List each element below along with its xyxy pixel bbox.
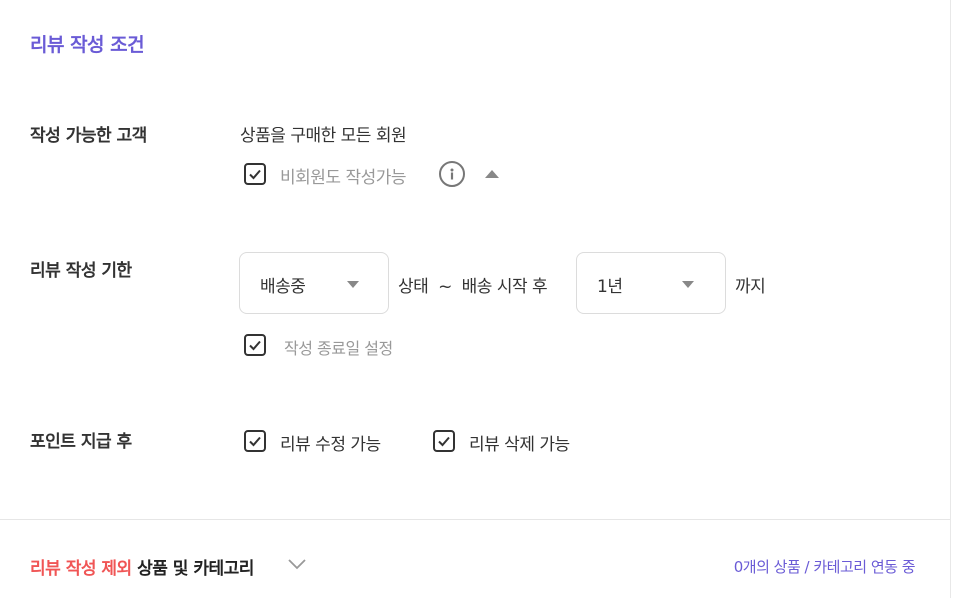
deadline-label: 리뷰 작성 기한: [30, 261, 132, 281]
right-border: [950, 0, 951, 598]
period-select[interactable]: 1년: [576, 252, 726, 314]
deadline-suffix: 까지: [735, 277, 766, 297]
exclusion-title-rest: 상품 및 카테고리: [131, 559, 254, 579]
edit-review-checkbox-label[interactable]: 리뷰 수정 가능: [280, 430, 381, 455]
status-select-value: 배송중: [260, 277, 306, 297]
period-select-value: 1년: [597, 277, 623, 297]
exclusion-title-highlight: 리뷰 작성 제외: [30, 559, 132, 579]
eligible-label: 작성 가능한 고객: [30, 126, 147, 146]
end-date-checkbox-label[interactable]: 작성 종료일 설정: [284, 335, 393, 359]
end-date-checkbox[interactable]: [244, 334, 266, 356]
section-title: 리뷰 작성 조건: [30, 34, 145, 56]
dropdown-arrow-icon: [682, 281, 694, 288]
eligible-description: 상품을 구매한 모든 회원: [240, 126, 407, 146]
exclusion-title[interactable]: 리뷰 작성 제외 상품 및 카테고리: [30, 554, 254, 579]
check-icon: [249, 436, 261, 447]
guest-checkbox-label[interactable]: 비회원도 작성가능: [280, 163, 407, 188]
collapse-caret-icon[interactable]: [485, 170, 499, 178]
check-icon: [438, 436, 450, 447]
check-icon: [249, 340, 261, 351]
delete-review-checkbox[interactable]: [433, 430, 455, 452]
exclusion-status: 0개의 상품 / 카테고리 연동 중: [733, 558, 916, 576]
after-points-label: 포인트 지급 후: [30, 432, 132, 452]
status-select[interactable]: 배송중: [239, 252, 389, 314]
deadline-middle-text: 상태 ~ 배송 시작 후: [398, 277, 548, 297]
info-icon[interactable]: [439, 161, 465, 187]
guest-checkbox[interactable]: [244, 163, 266, 185]
section-divider: [0, 519, 950, 520]
chevron-down-icon[interactable]: [287, 557, 307, 571]
dropdown-arrow-icon: [347, 281, 359, 288]
check-icon: [249, 169, 261, 180]
delete-review-checkbox-label[interactable]: 리뷰 삭제 가능: [469, 430, 570, 455]
edit-review-checkbox[interactable]: [244, 430, 266, 452]
